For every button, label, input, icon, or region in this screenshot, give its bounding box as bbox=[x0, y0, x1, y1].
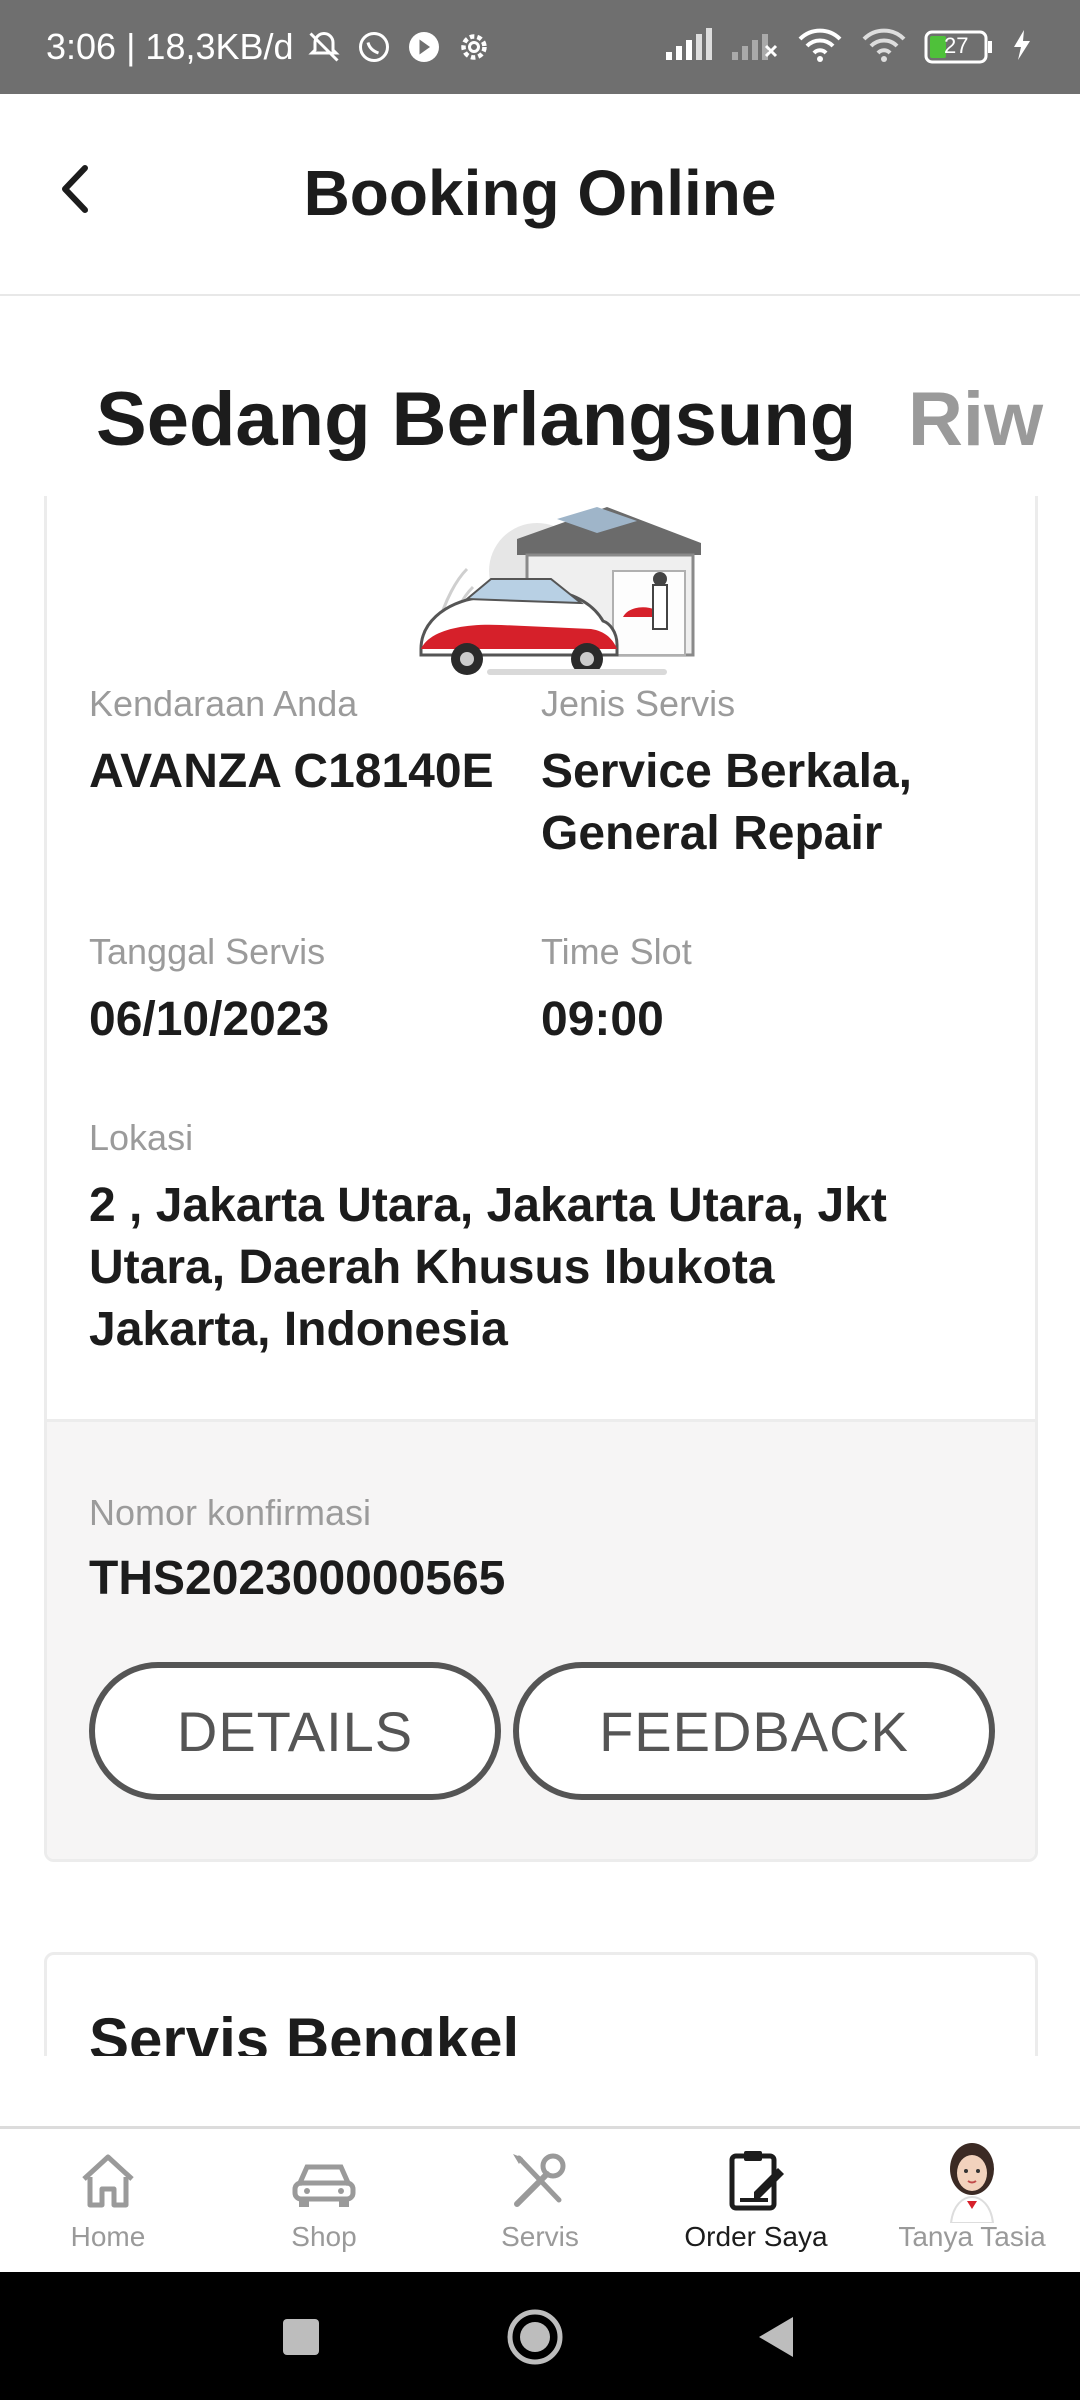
location-value: 2 , Jakarta Utara, Jakarta Utara, Jkt Ut… bbox=[89, 1179, 887, 1356]
bottom-nav: Home Shop Servis Order Saya Tanya Tasia bbox=[0, 2126, 1080, 2272]
home-system-button[interactable] bbox=[500, 2302, 570, 2372]
clipboard-edit-icon bbox=[716, 2141, 796, 2221]
time-slot-label: Time Slot bbox=[541, 931, 692, 972]
nav-label-servis: Servis bbox=[501, 2221, 579, 2252]
tab-riwayat[interactable]: Riw bbox=[908, 376, 1043, 463]
car-icon bbox=[284, 2141, 364, 2221]
nav-label-tanya-tasia: Tanya Tasia bbox=[898, 2221, 1046, 2252]
confirmation-value: THS202300000565 bbox=[89, 1552, 506, 1605]
nav-item-home[interactable]: Home bbox=[0, 2129, 216, 2272]
circle-icon bbox=[507, 2309, 563, 2365]
location-label: Lokasi bbox=[89, 1117, 194, 1158]
confirmation-label: Nomor konfirmasi bbox=[89, 1492, 372, 1533]
status-time-speed: 3:06 | 18,3KB/d bbox=[46, 26, 294, 67]
feedback-button[interactable]: FEEDBACK bbox=[513, 1662, 995, 1800]
back-system-button[interactable] bbox=[740, 2302, 810, 2372]
assistant-avatar bbox=[932, 2141, 1012, 2223]
details-button[interactable]: DETAILS bbox=[89, 1662, 501, 1800]
next-card-title: Servis Bengkel bbox=[89, 2006, 520, 2056]
nav-item-shop[interactable]: Shop bbox=[216, 2129, 432, 2272]
whatsapp-icon bbox=[354, 27, 394, 67]
service-type-label: Jenis Servis bbox=[541, 683, 736, 724]
settings-icon bbox=[454, 27, 494, 67]
nav-item-tanya-tasia[interactable]: Tanya Tasia bbox=[864, 2129, 1080, 2272]
nav-label-order-saya: Order Saya bbox=[684, 2221, 828, 2252]
page-title: Booking Online bbox=[303, 157, 777, 229]
date-value: 06/10/2023 bbox=[89, 993, 330, 1046]
next-booking-card[interactable]: Servis Bengkel bbox=[44, 1952, 1038, 2056]
wifi-icon-2 bbox=[860, 27, 908, 68]
system-nav-bar bbox=[0, 2272, 1080, 2400]
vehicle-value: AVANZA C18140E bbox=[89, 745, 494, 798]
recents-button[interactable] bbox=[266, 2302, 336, 2372]
nav-label-shop: Shop bbox=[291, 2221, 357, 2252]
nav-item-servis[interactable]: Servis bbox=[432, 2129, 648, 2272]
charging-icon bbox=[1010, 28, 1034, 67]
tab-sedang-berlangsung[interactable]: Sedang Berlangsung bbox=[96, 376, 856, 463]
battery-icon: 27 bbox=[924, 30, 994, 64]
status-left: 3:06 | 18,3KB/d bbox=[46, 0, 494, 94]
service-garage-illustration bbox=[397, 499, 737, 679]
tools-icon bbox=[500, 2141, 580, 2221]
triangle-back-icon bbox=[759, 2317, 793, 2357]
bell-off-icon bbox=[304, 27, 344, 67]
vehicle-label: Kendaraan Anda bbox=[89, 683, 358, 724]
date-label: Tanggal Servis bbox=[89, 931, 326, 972]
wifi-icon bbox=[796, 27, 844, 68]
status-bar: 3:06 | 18,3KB/d 27 bbox=[0, 0, 1080, 94]
signal-icon bbox=[664, 27, 714, 67]
booking-card: Kendaraan Anda AVANZA C18140E Jenis Serv… bbox=[44, 496, 1038, 1862]
nav-item-order-saya[interactable]: Order Saya bbox=[648, 2129, 864, 2272]
card-footer: Nomor konfirmasi THS202300000565 DETAILS… bbox=[47, 1419, 1035, 1859]
signal-no-service-icon bbox=[730, 28, 780, 67]
app-bar: Booking Online bbox=[0, 94, 1080, 296]
nav-label-home: Home bbox=[70, 2221, 146, 2252]
tab-bar: Sedang Berlangsung Riw bbox=[0, 296, 1080, 496]
time-slot-value: 09:00 bbox=[541, 993, 664, 1046]
battery-level: 27 bbox=[944, 33, 969, 58]
status-right: 27 bbox=[664, 0, 1034, 94]
app-notification-icon bbox=[404, 27, 444, 67]
home-icon bbox=[68, 2141, 148, 2221]
service-type-value: Service Berkala, General Repair bbox=[541, 745, 912, 860]
square-icon bbox=[283, 2319, 319, 2355]
booking-list[interactable]: Kendaraan Anda AVANZA C18140E Jenis Serv… bbox=[0, 496, 1080, 2056]
